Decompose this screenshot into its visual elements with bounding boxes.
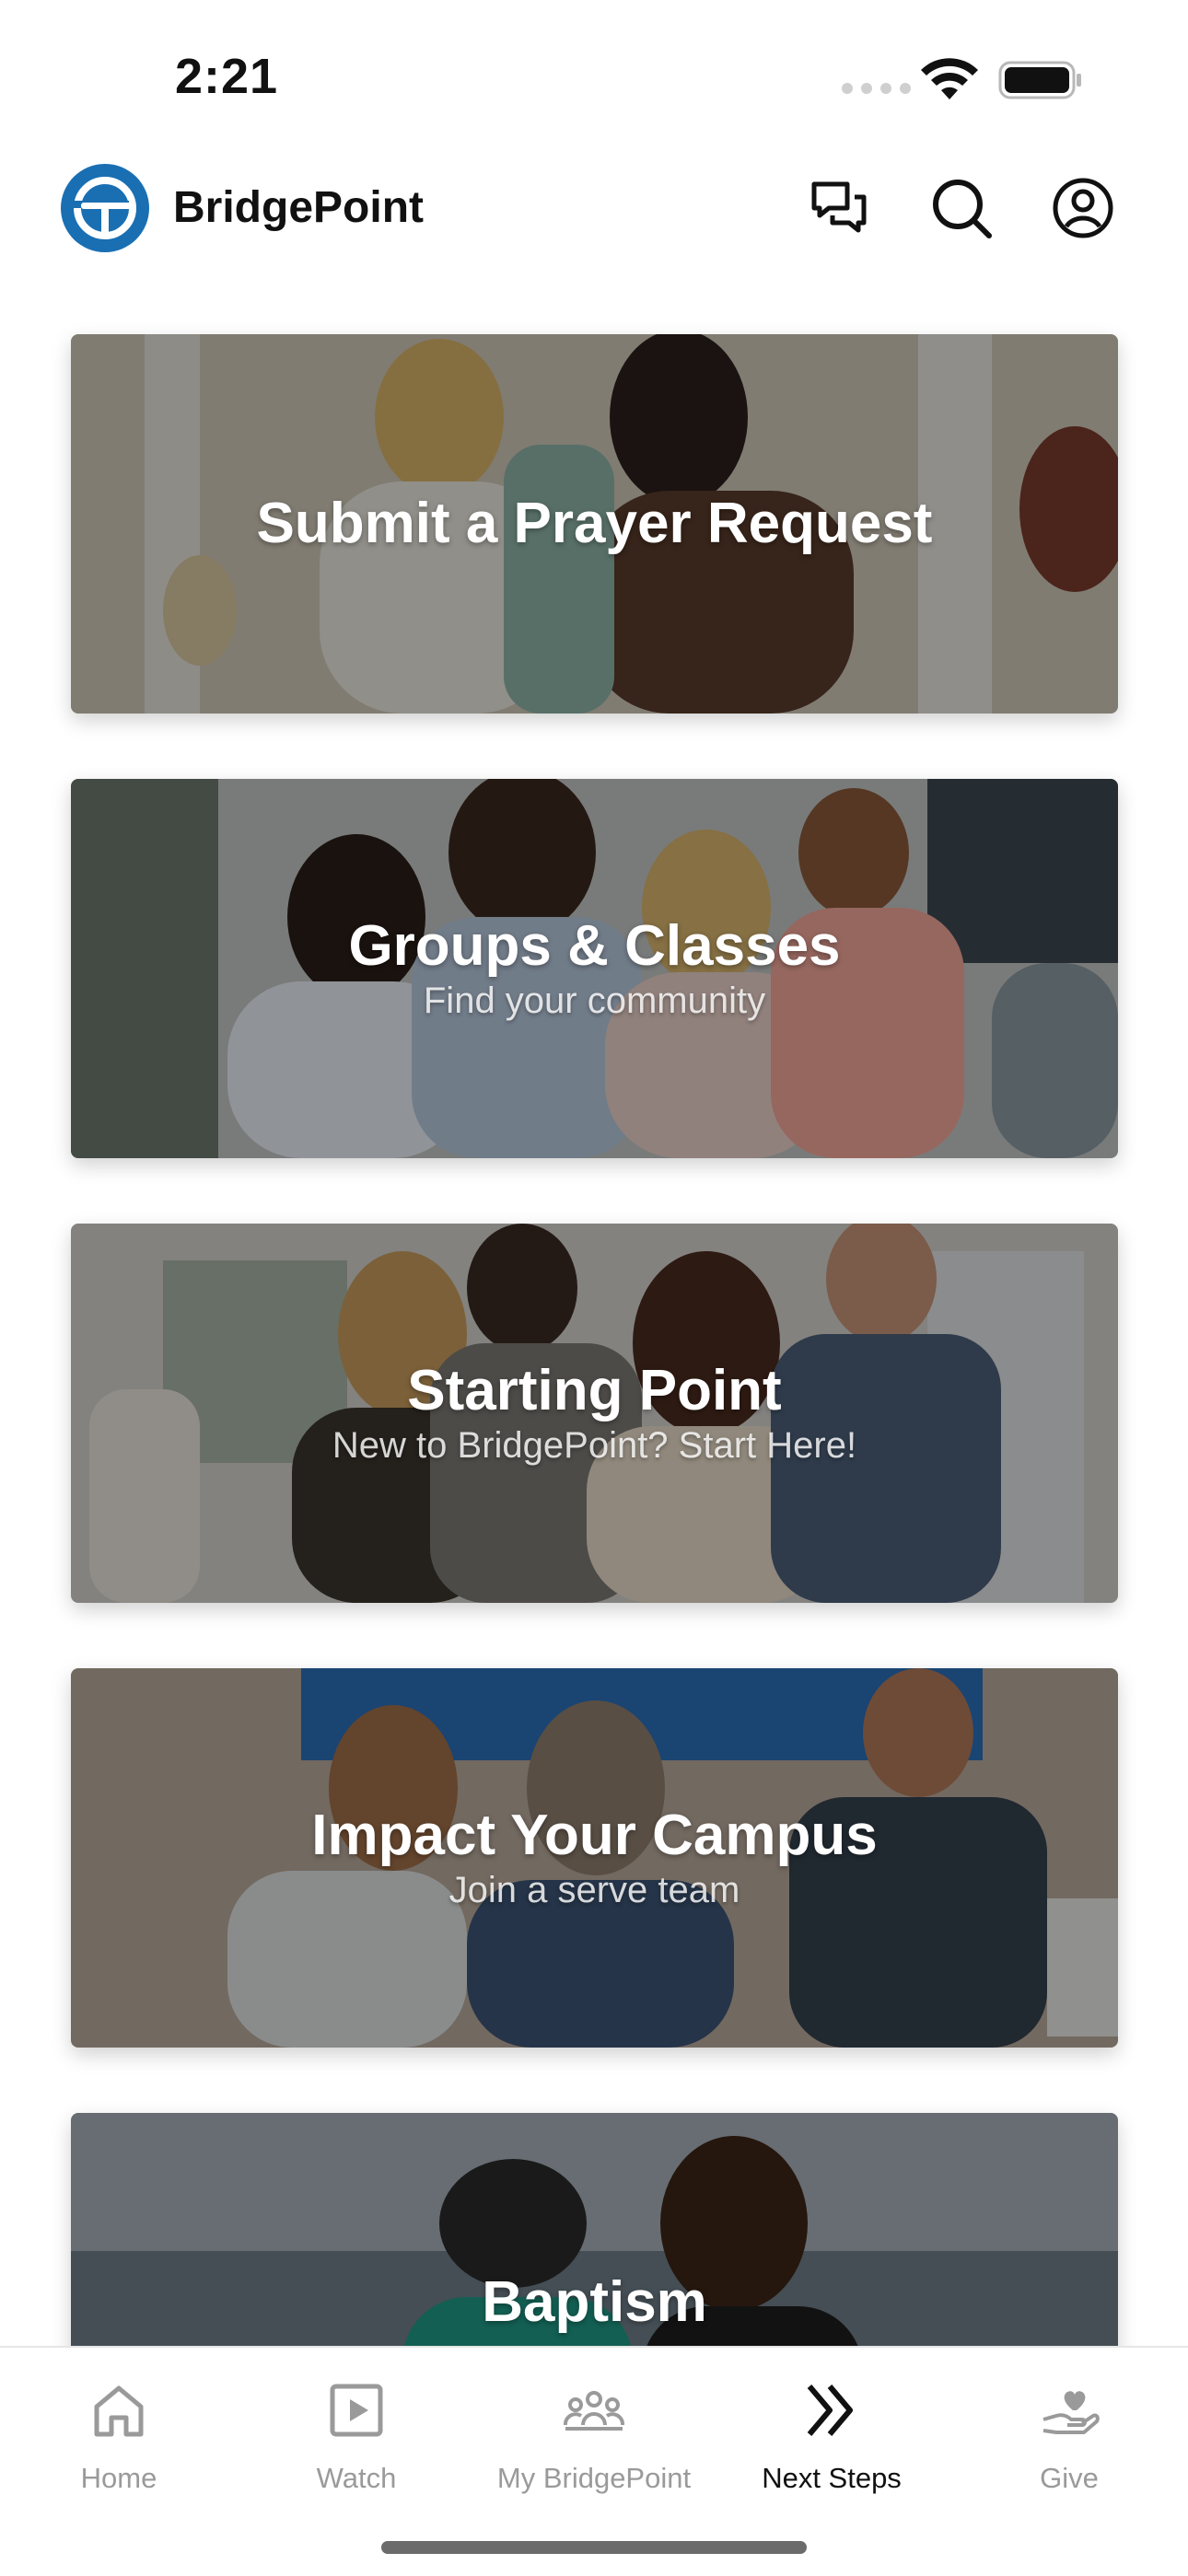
home-indicator [381,2541,807,2554]
double-chevron-icon [807,2385,853,2436]
status-bar: 2:21 [0,0,1188,157]
next-steps-list[interactable]: Submit a Prayer Request Groups & Classes… [0,0,1188,2346]
home-icon [94,2385,144,2437]
tab-label: Give [1040,2462,1099,2494]
cellular-signal-icon [842,83,911,94]
card-subtitle: Find your community [423,980,766,1021]
app-title: BridgePoint [173,183,424,232]
heart-hand-icon [1042,2391,1100,2434]
tab-label: Watch [316,2462,397,2494]
card-title: Submit a Prayer Request [256,491,933,555]
tab-label: My BridgePoint [496,2462,692,2494]
card-title: Groups & Classes [348,914,841,979]
card-groups-classes[interactable]: Groups & Classes Find your community [71,779,1118,1158]
tab-give[interactable]: Give [950,2370,1188,2508]
card-subtitle: Join a serve team [448,1869,740,1910]
tab-home[interactable]: Home [0,2370,238,2508]
battery-icon [998,61,1081,99]
people-icon [564,2391,624,2431]
card-title: Baptism [482,2269,707,2334]
card-baptism[interactable]: Baptism [71,2113,1118,2346]
card-prayer-request[interactable]: Submit a Prayer Request [71,334,1118,714]
account-icon[interactable] [1048,173,1118,243]
bridgepoint-logo[interactable] [61,164,149,252]
tab-label: Next Steps [762,2462,902,2494]
card-subtitle: New to BridgePoint? Start Here! [332,1424,857,1466]
status-time: 2:21 [175,49,279,104]
tab-next-steps[interactable]: Next Steps [713,2370,950,2508]
wifi-icon [921,58,978,99]
chat-icon[interactable] [805,173,875,243]
card-starting-point[interactable]: Starting Point New to BridgePoint? Start… [71,1224,1118,1603]
search-icon[interactable] [926,173,996,243]
card-impact-campus[interactable]: Impact Your Campus Join a serve team [71,1668,1118,2048]
card-title: Starting Point [407,1359,782,1423]
tab-label: Home [80,2462,157,2494]
play-icon [330,2384,383,2437]
card-title: Impact Your Campus [311,1804,878,1868]
app-header [0,157,1188,313]
tab-watch[interactable]: Watch [238,2370,475,2508]
tab-my-bridgepoint[interactable]: My BridgePoint [475,2370,713,2508]
